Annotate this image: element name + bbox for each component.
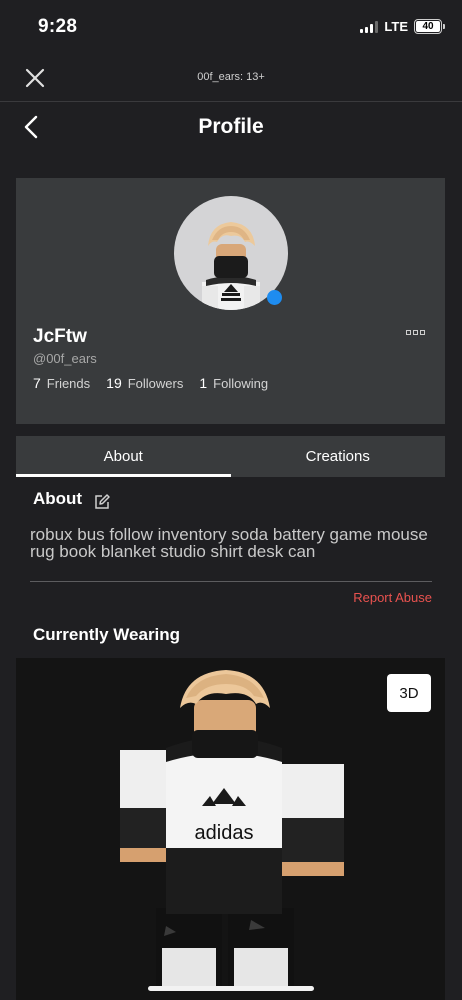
battery-level: 40	[416, 21, 440, 32]
display-name: JcFtw	[33, 326, 87, 347]
currently-wearing-title: Currently Wearing	[33, 625, 181, 644]
more-options-icon[interactable]	[406, 330, 425, 335]
profile-stats: 7 Friends 19 Followers 1 Following	[33, 375, 268, 391]
nav-header: Profile	[0, 104, 462, 152]
browser-url: 00f_ears: 13+	[197, 71, 265, 83]
page-title: Profile	[198, 115, 264, 138]
username: @00f_ears	[33, 351, 97, 366]
about-title: About	[33, 489, 83, 508]
shirt-logo-text: adidas	[195, 822, 254, 844]
browser-bar: 00f_ears: 13+	[0, 56, 462, 102]
tab-creations[interactable]: Creations	[231, 436, 446, 477]
divider	[30, 581, 432, 582]
view-3d-button[interactable]: 3D	[387, 674, 431, 712]
avatar-full-body: adidas	[120, 670, 344, 988]
status-indicators: LTE 40	[360, 19, 445, 34]
tab-about[interactable]: About	[16, 436, 231, 477]
report-abuse-link[interactable]: Report Abuse	[353, 590, 432, 605]
stat-followers[interactable]: 19 Followers	[106, 375, 183, 391]
stat-count: 7	[33, 375, 41, 391]
stat-label: Followers	[127, 376, 184, 391]
status-time: 9:28	[38, 16, 78, 37]
online-status-dot	[267, 290, 282, 305]
stat-label: Following	[213, 376, 269, 391]
profile-tabs: About Creations	[16, 436, 445, 477]
home-indicator	[148, 986, 314, 991]
stat-friends[interactable]: 7 Friends	[33, 375, 90, 391]
avatar-preview-panel: adidas 3D	[16, 658, 445, 1000]
stat-count: 1	[199, 375, 208, 391]
battery-icon: 40	[414, 19, 445, 34]
stat-following[interactable]: 1 Following	[199, 375, 268, 391]
profile-card: JcFtw @00f_ears 7 Friends 19 Followers 1 Fo…	[16, 178, 445, 424]
status-bar: 9:28 LTE 40	[0, 0, 462, 56]
network-label: LTE	[384, 19, 408, 34]
edit-icon[interactable]	[93, 493, 111, 511]
stat-count: 19	[106, 375, 122, 391]
stat-label: Friends	[46, 376, 91, 391]
signal-icon	[360, 20, 379, 33]
about-description: robux bus follow inventory soda battery …	[30, 525, 428, 561]
